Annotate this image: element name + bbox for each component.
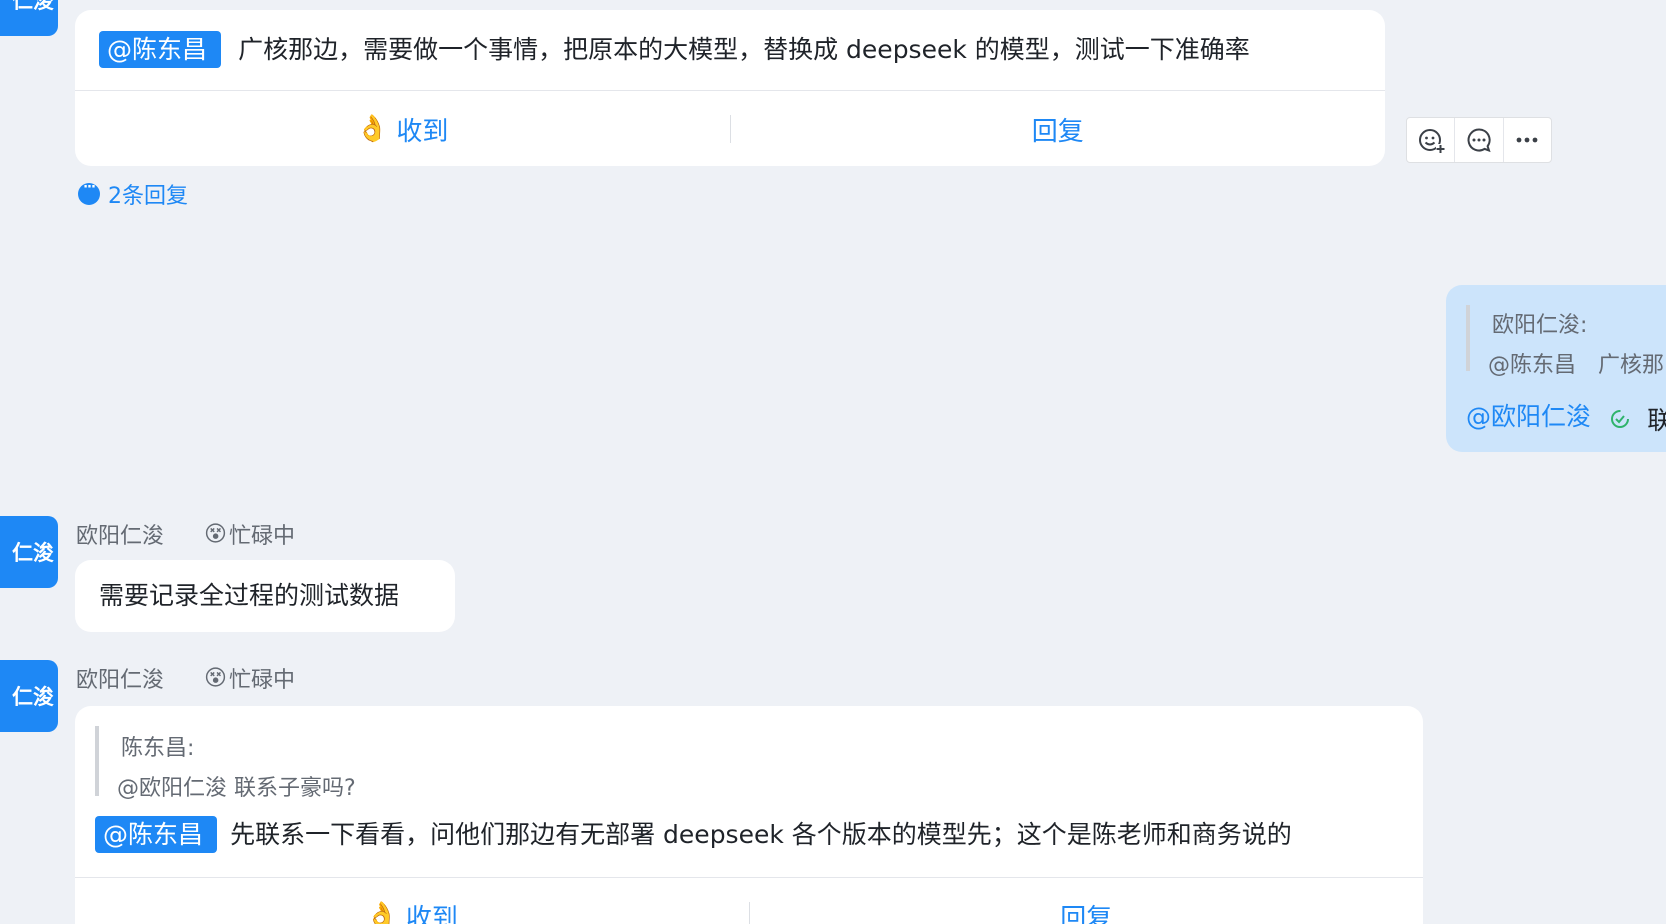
more-icon[interactable]	[1504, 118, 1551, 162]
message-bubble: @陈东昌 广核那边，需要做一个事情，把原本的大模型，替换成 deepseek 的…	[75, 10, 1385, 166]
mention-tag[interactable]: @陈东昌	[95, 816, 218, 853]
sender-name[interactable]: 欧阳仁浚	[76, 518, 164, 550]
comment-icon[interactable]	[1455, 118, 1504, 162]
reply-button[interactable]: 回复	[731, 111, 1386, 148]
busy-emoji-icon: 😵	[204, 521, 227, 547]
busy-emoji-icon: 😵	[204, 665, 227, 691]
ok-hand-icon: 👌	[365, 901, 398, 924]
chat-pane: 仁浚 @陈东昌 广核那边，需要做一个事情，把原本的大模型，替换成 deepsee…	[0, 0, 1666, 924]
read-check-icon	[1610, 409, 1630, 433]
message-text: 广核那边，需要做一个事情，把原本的大模型，替换成 deepseek 的模型，测试…	[238, 35, 1250, 64]
status-badge: 😵 忙碌中	[204, 521, 295, 550]
message-text: 需要记录全过程的测试数据	[99, 581, 400, 610]
status-badge: 😵 忙碌中	[204, 665, 295, 694]
sender-line: 欧阳仁浚 😵 忙碌中	[76, 518, 295, 550]
self-message-bubble: 欧阳仁浚: @陈东昌 广核那 @欧阳仁浚 联	[1446, 285, 1666, 452]
emoji-add-icon[interactable]	[1407, 118, 1456, 162]
mention-tag[interactable]: @陈东昌	[99, 31, 222, 68]
quote-author: 陈东昌:	[121, 736, 195, 761]
avatar[interactable]: 仁浚	[0, 516, 58, 588]
message-text: 联	[1647, 406, 1666, 435]
ack-button[interactable]: 👌 收到	[75, 898, 749, 924]
sender-name[interactable]: 欧阳仁浚	[76, 662, 164, 694]
avatar[interactable]: 仁浚	[0, 660, 58, 732]
ok-hand-icon: 👌	[356, 114, 389, 144]
thread-reply-count[interactable]: 2条回复	[78, 178, 188, 210]
message-bubble: 需要记录全过程的测试数据	[75, 560, 455, 632]
message-action-bar: 👌 收到 回复	[75, 90, 1385, 167]
quote-text: @欧阳仁浚 联系子豪吗?	[117, 776, 356, 801]
quote-block: 欧阳仁浚: @陈东昌 广核那	[1466, 305, 1664, 378]
ack-button[interactable]: 👌 收到	[75, 111, 730, 148]
message-text: 先联系一下看看，问他们那边有无部署 deepseek 各个版本的模型先；这个是陈…	[230, 820, 1292, 849]
mention-link[interactable]: @欧阳仁浚	[1466, 402, 1591, 431]
reply-button[interactable]: 回复	[750, 898, 1424, 924]
quote-author: 欧阳仁浚:	[1492, 313, 1588, 338]
message-bubble: 陈东昌: @欧阳仁浚 联系子豪吗? @陈东昌 先联系一下看看，问他们那边有无部署…	[75, 706, 1423, 924]
chat-bubble-icon	[78, 180, 100, 205]
quote-text: @陈东昌 广核那	[1488, 353, 1665, 378]
message-action-bar: 👌 收到 回复	[75, 877, 1423, 924]
sender-line: 欧阳仁浚 😵 忙碌中	[76, 662, 295, 694]
quote-block: 陈东昌: @欧阳仁浚 联系子豪吗?	[95, 726, 356, 801]
avatar[interactable]: 仁浚	[0, 0, 58, 36]
message-hover-toolbar	[1406, 117, 1552, 163]
